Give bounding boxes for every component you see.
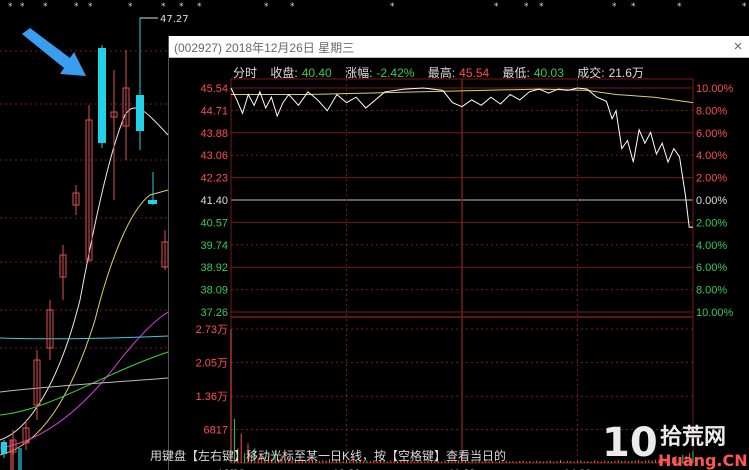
svg-text:*: * bbox=[179, 2, 184, 12]
pct-tick-label: 10.00% bbox=[696, 307, 734, 319]
pct-tick-label: 4.00% bbox=[696, 240, 727, 252]
svg-text:*: * bbox=[264, 2, 269, 12]
pct-tick-label: 6.00% bbox=[696, 128, 727, 140]
volume-tick-label: 1.36万 bbox=[196, 391, 228, 403]
price-tick-label: 44.71 bbox=[200, 105, 228, 117]
close-label: 收盘: bbox=[270, 66, 298, 80]
close-value: 40.40 bbox=[301, 66, 332, 80]
price-tick-label: 39.74 bbox=[200, 240, 228, 252]
pct-tick-label: 10.00% bbox=[696, 83, 734, 95]
svg-text:*: * bbox=[524, 2, 529, 12]
svg-text:*: * bbox=[494, 2, 499, 12]
intraday-popup-window: (002927) 2018年12月26日 星期三 × 45.54 10.00% 44… bbox=[168, 36, 749, 470]
ma-white bbox=[0, 107, 169, 441]
kline-high-marker: 47.27 bbox=[160, 14, 189, 25]
pct-tick-label: 6.00% bbox=[696, 262, 727, 274]
pct-tick-label: 2.00% bbox=[696, 217, 727, 229]
svg-text:*: * bbox=[8, 2, 13, 12]
svg-text:*: * bbox=[20, 2, 25, 12]
price-tick-label: 45.54 bbox=[200, 83, 228, 95]
high-label: 最高: bbox=[427, 66, 456, 80]
watermark-domain: Huang.CN bbox=[658, 451, 748, 470]
svg-text:*: * bbox=[74, 2, 79, 12]
ma-gray bbox=[0, 377, 169, 393]
price-tick-label: 43.88 bbox=[200, 128, 228, 140]
svg-text:*: * bbox=[677, 2, 682, 12]
window-title: (002927) 2018年12月26日 星期三 bbox=[174, 41, 355, 55]
pct-tick-label: 0.00% bbox=[696, 195, 727, 207]
svg-text:*: * bbox=[390, 2, 395, 12]
kline-top-markers: * * * * * * * * * * * * * * * * * * * bbox=[8, 2, 747, 12]
price-tick-label: 38.09 bbox=[200, 285, 228, 297]
price-tick-label: 40.57 bbox=[200, 217, 228, 229]
price-tick-label: 42.23 bbox=[200, 173, 228, 185]
kline-candles bbox=[1, 18, 169, 458]
watermark-cn: 拾荒网 bbox=[660, 424, 726, 450]
svg-text:*: * bbox=[161, 2, 166, 12]
arrow-annotation bbox=[22, 28, 86, 76]
price-tick-label: 38.92 bbox=[200, 262, 228, 274]
svg-text:*: * bbox=[128, 2, 133, 12]
price-tick-label: 37.26 bbox=[200, 307, 228, 319]
chart-mode-label: 分时 bbox=[233, 66, 258, 80]
volume-tick-label: 6817 bbox=[204, 425, 228, 437]
pct-tick-label: 8.00% bbox=[696, 105, 727, 117]
change-label: 涨幅: bbox=[345, 66, 373, 80]
svg-text:*: * bbox=[290, 2, 295, 12]
ma-cyan bbox=[0, 335, 169, 340]
pct-tick-label: 8.00% bbox=[696, 285, 727, 297]
change-value: -2.42% bbox=[376, 66, 415, 80]
pct-tick-label: 2.00% bbox=[696, 173, 727, 185]
site-watermark: 10 拾荒网 Huang.CN bbox=[602, 420, 748, 470]
ma-green bbox=[0, 351, 169, 416]
volume-tick-label: 2.05万 bbox=[196, 357, 228, 369]
svg-text:*: * bbox=[539, 2, 544, 12]
close-icon[interactable]: × bbox=[726, 36, 749, 57]
watermark-number: 10 bbox=[602, 420, 658, 466]
intraday-chart[interactable]: 45.54 10.00% 44.71 8.00% 43.88 6.00% 43.06 4.00… bbox=[169, 57, 749, 470]
svg-text:*: * bbox=[43, 2, 48, 12]
volume-value: 21.6万 bbox=[608, 66, 644, 80]
pct-tick-label: 4.00% bbox=[696, 150, 727, 162]
price-tick-label: 41.40 bbox=[200, 195, 228, 207]
high-value: 45.54 bbox=[459, 66, 490, 80]
keyboard-hint-text: 用键盘【左右键】移动光标至某一日K线，按【空格键】查看当日的 bbox=[150, 449, 507, 463]
low-value: 40.03 bbox=[533, 66, 564, 80]
window-titlebar[interactable]: (002927) 2018年12月26日 星期三 × bbox=[169, 36, 749, 58]
low-label: 最低: bbox=[502, 66, 530, 80]
svg-text:*: * bbox=[88, 2, 93, 12]
volume-tick-label: 2.73万 bbox=[196, 324, 228, 336]
quote-info-bar: 分时 收盘: 40.40 涨幅: -2.42% 最高: 45.54 最低: 40.03 … bbox=[233, 64, 648, 81]
price-tick-label: 43.06 bbox=[200, 150, 228, 162]
svg-text:*: * bbox=[742, 2, 747, 12]
svg-text:*: * bbox=[612, 2, 617, 12]
svg-text:*: * bbox=[631, 2, 636, 12]
svg-text:*: * bbox=[197, 2, 202, 12]
ma-yellow bbox=[0, 189, 169, 456]
volume-label: 成交: bbox=[577, 66, 605, 80]
